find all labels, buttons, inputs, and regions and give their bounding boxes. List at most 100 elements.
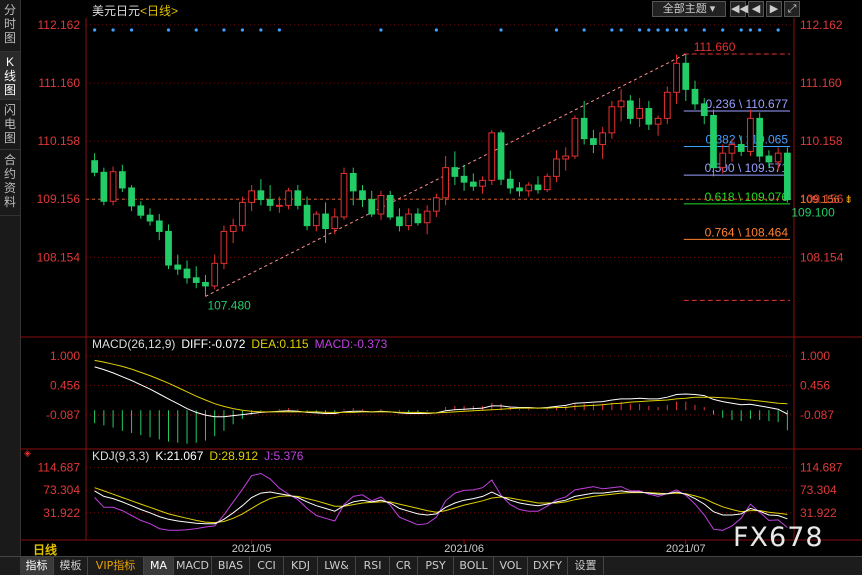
- candle-body-40: [460, 175, 468, 183]
- rewind-icon[interactable]: ◀◀: [730, 1, 748, 17]
- macd-legend-2: DEA:0.115: [251, 337, 308, 351]
- kdj-legend-3: J:5.376: [264, 449, 304, 463]
- bottom-tab-5[interactable]: BIAS: [212, 557, 250, 575]
- bottom-tab-6[interactable]: CCI: [250, 557, 284, 575]
- candle-body-29: [359, 190, 366, 201]
- price-tick-left-4: 108.154: [37, 250, 81, 264]
- kdj-tick-right-2: 31.922: [800, 506, 837, 520]
- candle-body-25: [322, 213, 329, 230]
- signal-dot-8: [277, 28, 281, 32]
- candle-body-46: [516, 187, 523, 192]
- forward-icon[interactable]: ▶: [766, 1, 782, 17]
- macd-tick-right-2: -0.087: [800, 408, 834, 422]
- candle-body-74: [774, 152, 782, 163]
- candle-body-44: [497, 132, 505, 180]
- candle-body-34: [405, 213, 413, 227]
- bottom-tab-3[interactable]: MA: [144, 557, 174, 575]
- candle-body-6: [146, 214, 154, 222]
- bottom-tab-14[interactable]: DXFY: [528, 557, 568, 575]
- candle-body-75: [784, 152, 791, 201]
- candle-body-52: [571, 117, 579, 157]
- candle-body-39: [451, 167, 459, 177]
- kdj-legend-0: KDJ(9,3,3): [92, 449, 149, 463]
- candle-body-45: [506, 178, 514, 189]
- price-tick-left-3: 109.156: [37, 192, 81, 206]
- candle-body-41: [469, 181, 477, 187]
- candle-body-49: [543, 175, 551, 191]
- candle-body-13: [211, 262, 219, 287]
- signal-dot-1: [111, 28, 115, 32]
- diff-line: [94, 366, 788, 418]
- sidebar-tab-3[interactable]: 合约资料: [0, 150, 20, 216]
- candle-body-14: [220, 230, 228, 264]
- bottom-tab-8[interactable]: LW&: [318, 557, 356, 575]
- signal-dot-12: [554, 28, 559, 32]
- candle-body-5: [137, 205, 145, 216]
- fib-label-3: 0.618 \ 109.076: [705, 190, 789, 204]
- bottom-toolbar: 指标 模板 VIP指标 MA MACD BIAS CCI KDJ LW& RSI CR PSY BOLL…: [0, 556, 862, 575]
- instrument-name: 美元日元: [92, 4, 141, 18]
- kdj-tick-right-1: 73.304: [800, 483, 837, 497]
- candle-body-38: [442, 167, 449, 199]
- bottom-tab-15[interactable]: 设置: [568, 557, 604, 575]
- price-tick-right-1: 111.160: [800, 76, 842, 90]
- signal-dot-11: [499, 28, 503, 32]
- k-line: [94, 490, 788, 525]
- candle-body-19: [266, 199, 274, 206]
- candle-body-32: [386, 194, 394, 218]
- chart-canvas[interactable]: 112.162 112.162 111.160 111.160 110.158 110.1…: [20, 0, 862, 556]
- bottom-tab-0[interactable]: 指标: [20, 557, 54, 575]
- signal-dot-0: [93, 28, 97, 32]
- candle-body-35: [414, 213, 422, 224]
- kdj-tick-left-0: 114.687: [38, 461, 81, 475]
- sidebar-tab-0[interactable]: 分时图: [0, 0, 20, 52]
- kdj-marker-icon: ◈: [24, 448, 31, 458]
- candle-body-69: [728, 143, 736, 154]
- bottom-tab-11[interactable]: PSY: [418, 557, 454, 575]
- fullscreen-icon[interactable]: ⤢: [784, 1, 800, 17]
- signal-dot-4: [194, 28, 198, 32]
- candle-body-61: [654, 117, 662, 125]
- candle-body-68: [719, 152, 727, 169]
- theme-select[interactable]: 全部主题 ▾: [652, 1, 726, 17]
- bottom-tab-10[interactable]: CR: [390, 557, 418, 575]
- signal-dot-18: [656, 28, 660, 32]
- bottom-tab-1[interactable]: 模板: [54, 557, 88, 575]
- candle-body-18: [257, 190, 265, 201]
- candle-body-10: [183, 268, 191, 279]
- bottom-tab-13[interactable]: VOL: [494, 557, 528, 575]
- back-icon[interactable]: ◀: [748, 1, 764, 17]
- signal-dot-23: [721, 28, 725, 32]
- signal-dot-26: [758, 28, 762, 32]
- fib-label-4: 0.764 \ 108.464: [705, 225, 789, 239]
- signal-dot-13: [582, 28, 586, 32]
- bottom-tab-7[interactable]: KDJ: [284, 557, 318, 575]
- price-arrow-icon: ⇟: [844, 194, 853, 206]
- candle-body-11: [192, 277, 200, 283]
- dea-line: [94, 359, 788, 414]
- candle-body-60: [645, 108, 653, 125]
- sidebar-tab-1[interactable]: K线图: [0, 52, 20, 100]
- candle-body-15: [229, 225, 237, 232]
- candle-body-7: [155, 220, 163, 232]
- fib-label-1: 0.382 \ 110.065: [705, 132, 788, 146]
- candle-body-58: [626, 100, 634, 119]
- candle-body-42: [479, 179, 486, 187]
- candle-body-30: [368, 199, 376, 215]
- bottom-tab-12[interactable]: BOLL: [454, 557, 494, 575]
- last-low-label: 109.100: [791, 205, 835, 219]
- candle-body-71: [747, 117, 754, 152]
- signal-dot-9: [379, 28, 383, 32]
- bottom-tab-2[interactable]: VIP指标: [88, 557, 144, 575]
- candle-body-21: [285, 190, 292, 206]
- bottom-tab-4[interactable]: MACD: [174, 557, 212, 575]
- candle-body-9: [174, 264, 182, 270]
- macd-tick-left-2: -0.087: [46, 408, 80, 422]
- signal-dot-22: [702, 28, 706, 32]
- sidebar-tab-2[interactable]: 闪电图: [0, 100, 20, 150]
- candle-body-57: [617, 100, 625, 108]
- candle-body-62: [663, 91, 671, 119]
- bottom-tab-9[interactable]: RSI: [356, 557, 390, 575]
- candle-body-51: [562, 155, 570, 160]
- candle-body-8: [165, 230, 172, 266]
